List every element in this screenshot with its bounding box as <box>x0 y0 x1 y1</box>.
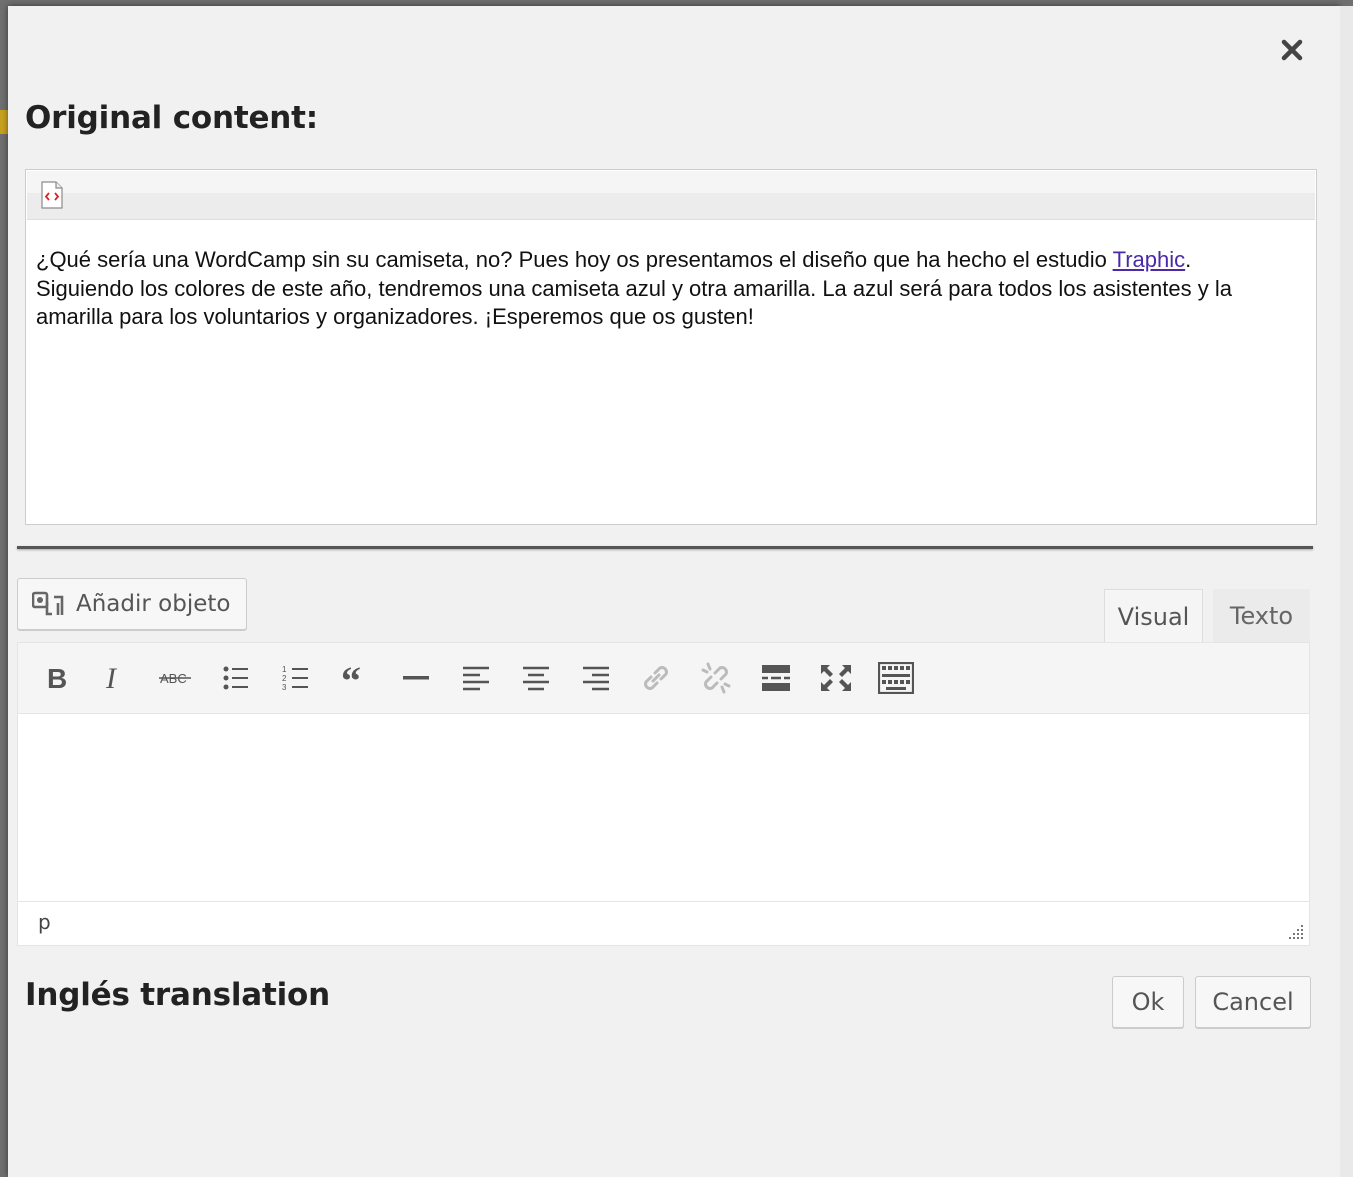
traphic-link[interactable]: Traphic <box>1113 247 1186 272</box>
align-center-button[interactable] <box>514 657 558 699</box>
svg-text:3: 3 <box>282 683 287 692</box>
unlink-button[interactable] <box>694 657 738 699</box>
resize-handle-icon[interactable] <box>1287 923 1305 941</box>
align-right-icon <box>583 666 609 691</box>
read-more-icon <box>762 665 790 691</box>
align-left-button[interactable] <box>454 657 498 699</box>
original-content-title: Original content: <box>25 100 318 136</box>
tab-visual[interactable]: Visual <box>1104 589 1203 643</box>
numbered-list-button[interactable]: 1 2 3 <box>274 657 318 699</box>
svg-text:2: 2 <box>282 674 287 683</box>
bulleted-list-button[interactable] <box>214 657 258 699</box>
translation-dialog: Original content: ¿Qué sería una WordCam… <box>8 6 1340 1177</box>
toolbar-toggle-button[interactable] <box>874 657 918 699</box>
backdrop-right-strip <box>1340 6 1353 1177</box>
read-more-button[interactable] <box>754 657 798 699</box>
bulleted-list-icon <box>223 666 248 690</box>
strikethrough-button[interactable]: ABC <box>154 657 198 699</box>
fullscreen-icon <box>821 665 851 691</box>
translation-title: Inglés translation <box>25 977 330 1013</box>
align-center-icon <box>523 666 549 691</box>
editor-statusbar: p <box>18 901 1309 945</box>
horizontal-line-button[interactable] <box>394 657 438 699</box>
align-left-icon <box>463 666 489 691</box>
cancel-button[interactable]: Cancel <box>1195 976 1311 1028</box>
svg-text:B: B <box>47 664 67 692</box>
translation-editor: B I ABC 1 2 3 “ p <box>17 642 1310 946</box>
italic-button[interactable]: I <box>94 657 138 699</box>
original-content-toolbar <box>27 171 1315 220</box>
toolbar-toggle-icon <box>878 662 914 694</box>
tab-text[interactable]: Texto <box>1213 589 1310 643</box>
element-path[interactable]: p <box>38 910 51 934</box>
link-button[interactable] <box>634 657 678 699</box>
horizontal-line-icon <box>403 676 429 680</box>
numbered-list-icon: 1 2 3 <box>282 665 308 692</box>
editor-toolbar: B I ABC 1 2 3 “ <box>18 643 1309 714</box>
svg-text:1: 1 <box>282 665 287 674</box>
unlink-icon <box>701 662 731 694</box>
blockquote-button[interactable]: “ <box>334 657 378 699</box>
original-content-box: ¿Qué sería una WordCamp sin su camiseta,… <box>25 169 1317 525</box>
blockquote-icon: “ <box>341 666 361 690</box>
align-right-button[interactable] <box>574 657 618 699</box>
strikethrough-icon: ABC <box>159 671 191 686</box>
link-icon <box>644 666 668 690</box>
original-content-text: ¿Qué sería una WordCamp sin su camiseta,… <box>36 247 1232 329</box>
close-button[interactable] <box>1274 32 1310 68</box>
editor-content-area[interactable] <box>18 714 1309 902</box>
bold-icon: B <box>47 664 67 692</box>
section-divider <box>17 546 1313 549</box>
add-media-button[interactable]: Añadir objeto <box>17 578 247 630</box>
add-media-icon <box>32 591 64 616</box>
ok-button[interactable]: Ok <box>1112 976 1184 1028</box>
bold-button[interactable]: B <box>34 657 78 699</box>
backdrop-flag-fragment <box>0 110 8 134</box>
fullscreen-button[interactable] <box>814 657 858 699</box>
italic-icon: I <box>105 664 118 692</box>
close-icon <box>1281 39 1303 61</box>
svg-text:“: “ <box>341 666 361 690</box>
add-media-label: Añadir objeto <box>76 591 231 617</box>
svg-text:I: I <box>105 664 118 692</box>
source-code-icon[interactable] <box>39 181 65 209</box>
